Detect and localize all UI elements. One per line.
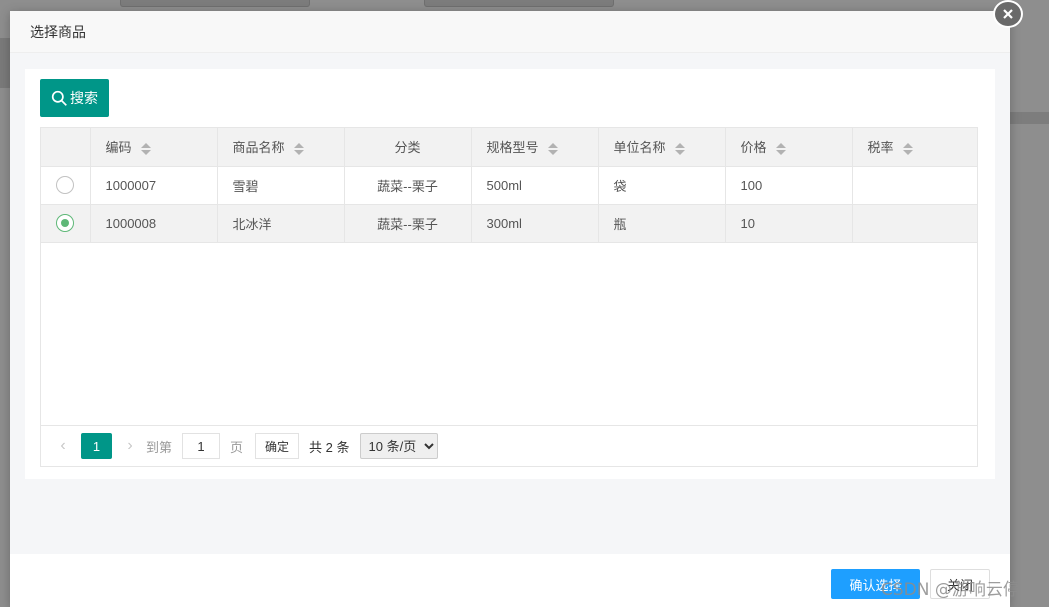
sort-icon[interactable] (293, 142, 304, 155)
prev-page-icon[interactable]: ‹ (53, 437, 73, 455)
goto-label: 到第 (146, 439, 173, 455)
radio-button-checked[interactable] (56, 214, 75, 232)
cell-tax (852, 204, 977, 243)
current-page[interactable]: 1 (81, 433, 112, 459)
content-card: 搜索 编码 商品名称 分类 规格型号 单位名称 价格 税率 1000007 雪碧… (25, 69, 995, 479)
cell-price: 10 (725, 204, 853, 243)
table-row[interactable]: 1000007 雪碧 蔬菜--栗子 500ml 袋 100 (41, 166, 977, 205)
cell-unit: 瓶 (598, 204, 726, 243)
header-tax[interactable]: 税率 (852, 128, 977, 167)
sort-icon[interactable] (775, 142, 786, 155)
cell-spec: 500ml (471, 166, 599, 205)
dialog-footer: 确认选择 关闭 (10, 554, 1010, 607)
search-button-label: 搜索 (70, 90, 98, 106)
cell-spec: 300ml (471, 204, 599, 243)
row-radio-cell[interactable] (41, 204, 91, 243)
select-product-dialog: 选择商品 搜索 编码 商品名称 分类 规格型号 单位名称 价格 税率 10000… (10, 11, 1010, 607)
background-panel (0, 38, 10, 88)
header-code[interactable]: 编码 (90, 128, 218, 167)
header-price[interactable]: 价格 (725, 128, 853, 167)
confirm-select-button[interactable]: 确认选择 (831, 569, 920, 599)
cell-code: 1000007 (90, 166, 218, 205)
dialog-header: 选择商品 (10, 11, 1010, 53)
table-header-row: 编码 商品名称 分类 规格型号 单位名称 价格 税率 (41, 128, 977, 167)
goto-confirm-button[interactable]: 确定 (255, 433, 300, 459)
header-name[interactable]: 商品名称 (217, 128, 345, 167)
header-unit[interactable]: 单位名称 (598, 128, 726, 167)
cell-category: 蔬菜--栗子 (344, 166, 472, 205)
sort-icon[interactable] (547, 142, 558, 155)
cell-category: 蔬菜--栗子 (344, 204, 472, 243)
radio-button[interactable] (56, 176, 75, 194)
header-radio-col (41, 128, 91, 167)
pagination: ‹ 1 › 到第 页 确定 共 2 条 10 条/页 (41, 425, 977, 466)
search-icon (51, 90, 67, 106)
cell-tax (852, 166, 977, 205)
cell-code: 1000008 (90, 204, 218, 243)
search-button[interactable]: 搜索 (40, 79, 109, 117)
table-row[interactable]: 1000008 北冰洋 蔬菜--栗子 300ml 瓶 10 (41, 204, 977, 243)
header-spec[interactable]: 规格型号 (471, 128, 599, 167)
page-unit-label: 页 (230, 439, 244, 455)
cell-price: 100 (725, 166, 853, 205)
close-dialog-icon[interactable] (993, 0, 1023, 28)
cell-name: 北冰洋 (217, 204, 345, 243)
sort-icon[interactable] (140, 142, 151, 155)
background-input (424, 0, 614, 7)
background-bar (1010, 112, 1049, 124)
header-category: 分类 (344, 128, 472, 167)
page-size-select[interactable]: 10 条/页 (359, 433, 438, 459)
background-input (120, 0, 310, 7)
dialog-title: 选择商品 (30, 23, 86, 40)
row-radio-cell[interactable] (41, 166, 91, 205)
sort-icon[interactable] (674, 142, 685, 155)
total-count: 共 2 条 (309, 439, 350, 455)
page-number-input[interactable] (182, 433, 221, 459)
product-table: 编码 商品名称 分类 规格型号 单位名称 价格 税率 1000007 雪碧 蔬菜… (40, 127, 978, 467)
sort-icon[interactable] (902, 142, 913, 155)
close-button[interactable]: 关闭 (930, 569, 990, 599)
cell-name: 雪碧 (217, 166, 345, 205)
next-page-icon[interactable]: › (120, 437, 140, 455)
cell-unit: 袋 (598, 166, 726, 205)
